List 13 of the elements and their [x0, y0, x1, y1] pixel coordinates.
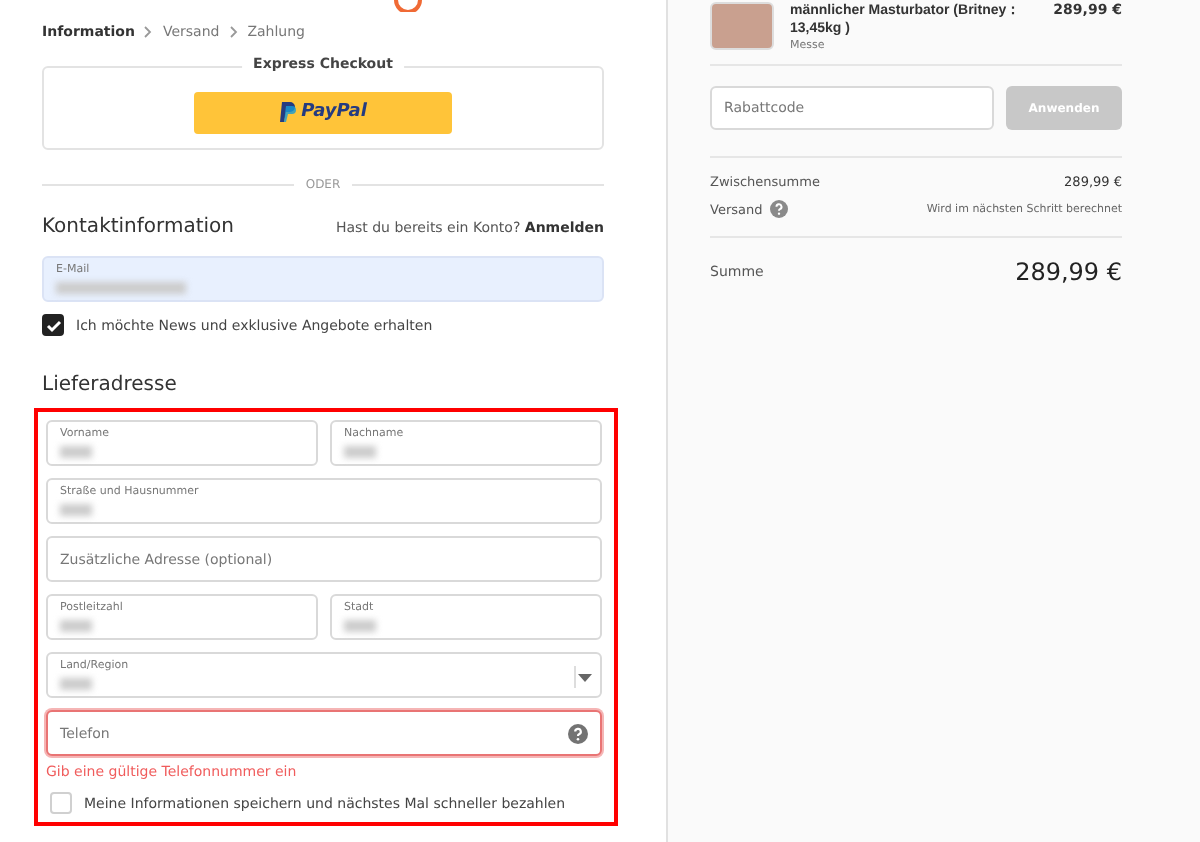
chevron-icon	[144, 26, 153, 38]
total-value: 289,99 €	[1015, 258, 1122, 286]
product-photo-placeholder	[710, 2, 774, 50]
section-heading: Kontaktinformation	[42, 216, 234, 238]
help-icon	[770, 200, 789, 218]
chevron-icon	[229, 26, 238, 38]
paypal-icon	[279, 102, 296, 122]
logo-icon	[394, 0, 422, 12]
paypal-button[interactable]: PayPal	[194, 91, 452, 133]
help-icon	[568, 724, 588, 744]
caret-icon	[578, 674, 592, 682]
checkbox[interactable]	[42, 314, 64, 336]
section-heading: Lieferadresse	[42, 374, 179, 396]
